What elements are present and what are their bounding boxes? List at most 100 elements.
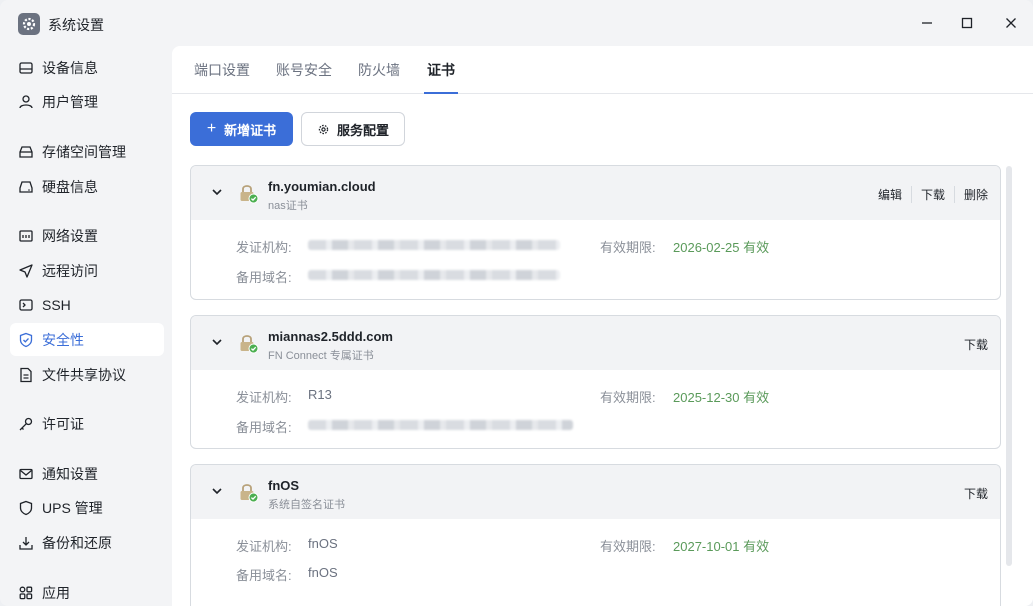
issuer-label: 发证机构: bbox=[236, 390, 292, 405]
sidebar-item-user-management[interactable]: 用户管理 bbox=[10, 85, 164, 118]
sidebar-item-ssh[interactable]: SSH bbox=[10, 288, 164, 321]
sidebar-item-label: 应用 bbox=[42, 584, 70, 601]
sidebar-item-notifications[interactable]: 通知设置 bbox=[10, 457, 164, 490]
maximize-icon bbox=[961, 17, 973, 29]
download-button[interactable]: 下载 bbox=[955, 336, 988, 353]
certificate-actions: 编辑 下载 删除 bbox=[869, 186, 988, 203]
apps-icon bbox=[19, 586, 33, 599]
sidebar-item-network[interactable]: 网络设置 bbox=[10, 219, 164, 252]
file-icon bbox=[20, 367, 32, 382]
edit-button[interactable]: 编辑 bbox=[869, 186, 911, 203]
shield-check-icon bbox=[19, 332, 33, 347]
certificate-subtitle: FN Connect 专属证书 bbox=[268, 350, 374, 362]
certificate-card: fnOS 系统自签名证书 下载 发证机构: fnOS 有效期限: 2027-10… bbox=[190, 464, 1001, 606]
validity-label: 有效期限: bbox=[600, 390, 656, 405]
sidebar-item-backup[interactable]: 备份和还原 bbox=[10, 526, 164, 559]
validity-label: 有效期限: bbox=[600, 240, 656, 255]
key-icon bbox=[19, 417, 33, 430]
sidebar-item-apps[interactable]: 应用 bbox=[10, 576, 164, 606]
minimize-button[interactable] bbox=[907, 8, 947, 38]
download-icon bbox=[19, 536, 33, 550]
disk-icon bbox=[19, 180, 33, 193]
sidebar-item-file-sharing[interactable]: 文件共享协议 bbox=[10, 358, 164, 391]
alt-domain-value: fnOS bbox=[308, 565, 338, 580]
mail-icon bbox=[19, 468, 33, 479]
alt-domain-label: 备用域名: bbox=[236, 420, 292, 435]
close-icon bbox=[1006, 18, 1016, 28]
sidebar-item-label: 文件共享协议 bbox=[42, 366, 126, 383]
tab-account-security[interactable]: 账号安全 bbox=[276, 60, 332, 94]
tab-firewall[interactable]: 防火墙 bbox=[358, 60, 400, 94]
certificate-card: fn.youmian.cloud nas证书 编辑 下载 删除 发证机构: 有效… bbox=[190, 165, 1001, 300]
sidebar-item-remote-access[interactable]: 远程访问 bbox=[10, 254, 164, 287]
tab-port-settings[interactable]: 端口设置 bbox=[194, 60, 250, 94]
settings-window: 系统设置 设备信息 用户管理 存储空间管理 硬盘信息 网络设置 远程访问 SSH… bbox=[0, 0, 1033, 606]
issuer-label: 发证机构: bbox=[236, 240, 292, 255]
sidebar-item-device-info[interactable]: 设备信息 bbox=[10, 51, 164, 84]
sidebar-item-ups[interactable]: UPS 管理 bbox=[10, 491, 164, 524]
chevron-down-icon[interactable] bbox=[211, 336, 223, 348]
shield-icon bbox=[19, 500, 33, 515]
maximize-button[interactable] bbox=[947, 8, 987, 38]
sidebar-item-label: SSH bbox=[42, 296, 71, 313]
alt-domain-label: 备用域名: bbox=[236, 568, 292, 583]
service-config-button[interactable]: 服务配置 bbox=[301, 112, 405, 146]
device-icon bbox=[19, 61, 33, 74]
sidebar-item-storage[interactable]: 存储空间管理 bbox=[10, 135, 164, 168]
certificate-card-header[interactable]: miannas2.5ddd.com FN Connect 专属证书 下载 bbox=[191, 316, 1000, 370]
issuer-label: 发证机构: bbox=[236, 539, 292, 554]
scrollbar[interactable] bbox=[1006, 166, 1012, 566]
sidebar-item-label: 存储空间管理 bbox=[42, 143, 126, 160]
delete-button[interactable]: 删除 bbox=[953, 186, 988, 203]
title-bar: 系统设置 bbox=[0, 0, 1033, 46]
sidebar-item-disk-info[interactable]: 硬盘信息 bbox=[10, 170, 164, 203]
gear-icon bbox=[318, 124, 329, 134]
validity-value: 2027-10-01 有效 bbox=[673, 539, 770, 554]
validity-value: 2025-12-30 有效 bbox=[673, 390, 770, 405]
download-button[interactable]: 下载 bbox=[910, 186, 954, 203]
chevron-down-icon[interactable] bbox=[211, 186, 223, 198]
tab-bar: 端口设置 账号安全 防火墙 证书 bbox=[172, 46, 1033, 94]
terminal-icon bbox=[19, 298, 33, 311]
lock-verified-icon bbox=[240, 185, 259, 204]
certificate-card-header[interactable]: fnOS 系统自签名证书 下载 bbox=[191, 465, 1000, 519]
alt-domain-value-redacted bbox=[308, 420, 573, 430]
sidebar-item-label: 硬盘信息 bbox=[42, 178, 98, 195]
settings-gear-icon bbox=[18, 13, 40, 35]
certificate-subtitle: nas证书 bbox=[268, 200, 308, 212]
sidebar-item-label: 备份和还原 bbox=[42, 534, 112, 551]
sidebar-item-license[interactable]: 许可证 bbox=[10, 407, 164, 440]
window-title: 系统设置 bbox=[48, 17, 104, 33]
storage-icon bbox=[19, 145, 33, 158]
alt-domain-value-redacted bbox=[308, 270, 560, 280]
certificate-name: fn.youmian.cloud bbox=[268, 179, 376, 194]
certificate-subtitle: 系统自签名证书 bbox=[268, 499, 345, 511]
validity-value: 2026-02-25 有效 bbox=[673, 240, 770, 255]
sidebar-item-security[interactable]: 安全性 bbox=[10, 323, 164, 356]
validity-label: 有效期限: bbox=[600, 539, 656, 554]
tab-certificates[interactable]: 证书 bbox=[424, 60, 458, 94]
sidebar: 设备信息 用户管理 存储空间管理 硬盘信息 网络设置 远程访问 SSH 安全性 bbox=[0, 46, 172, 606]
certificate-name: fnOS bbox=[268, 478, 300, 493]
sidebar-item-label: 许可证 bbox=[42, 415, 84, 432]
certificate-card: miannas2.5ddd.com FN Connect 专属证书 下载 发证机… bbox=[190, 315, 1001, 449]
alt-domain-label: 备用域名: bbox=[236, 270, 292, 285]
lock-verified-icon bbox=[240, 335, 259, 354]
issuer-value: fnOS bbox=[308, 536, 338, 551]
certificate-card-header[interactable]: fn.youmian.cloud nas证书 编辑 下载 删除 bbox=[191, 166, 1000, 220]
minimize-icon bbox=[922, 22, 932, 24]
send-icon bbox=[19, 263, 33, 278]
certificate-actions: 下载 bbox=[955, 336, 988, 353]
sidebar-item-label: 用户管理 bbox=[42, 93, 98, 110]
close-button[interactable] bbox=[991, 8, 1031, 38]
download-button[interactable]: 下载 bbox=[955, 485, 988, 502]
main-panel: 端口设置 账号安全 防火墙 证书 + 新增证书 服务配置 fn.youmian.… bbox=[172, 46, 1033, 606]
sidebar-item-label: 远程访问 bbox=[42, 262, 98, 279]
add-certificate-button[interactable]: + 新增证书 bbox=[190, 112, 293, 146]
certificate-name: miannas2.5ddd.com bbox=[268, 329, 393, 344]
user-icon bbox=[19, 94, 33, 108]
plus-icon: + bbox=[206, 120, 217, 137]
chevron-down-icon[interactable] bbox=[211, 485, 223, 497]
network-icon bbox=[19, 229, 33, 242]
service-config-label: 服务配置 bbox=[336, 122, 389, 138]
